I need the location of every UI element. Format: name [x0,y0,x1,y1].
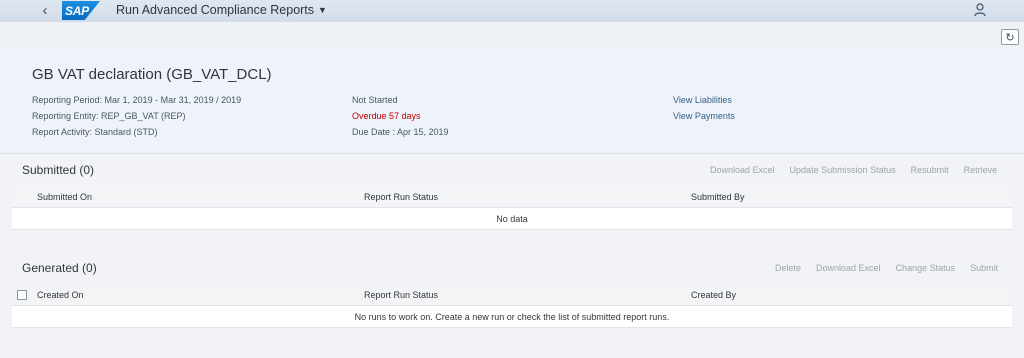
column-header[interactable]: Created On [37,290,84,300]
resubmit-button[interactable]: Resubmit [911,165,949,175]
caret-down-icon: ▼ [318,5,327,15]
header-links: View Liabilities View Payments [673,92,735,124]
view-payments-link[interactable]: View Payments [673,108,735,124]
submit-button[interactable]: Submit [970,263,998,273]
generated-empty-row: No runs to work on. Create a new run or … [12,306,1012,328]
change-status-button[interactable]: Change Status [896,263,956,273]
generated-table-header: Created On Report Run Status Created By [12,284,1012,306]
report-activity: Report Activity: Standard (STD) [32,127,158,137]
submitted-actions: Download Excel Update Submission Status … [710,165,997,175]
due-date: Due Date : Apr 15, 2019 [352,127,449,137]
page-title: GB VAT declaration (GB_VAT_DCL) [32,66,272,83]
empty-text: No runs to work on. Create a new run or … [354,312,670,322]
download-excel-button[interactable]: Download Excel [710,165,775,175]
column-header[interactable]: Report Run Status [364,192,438,202]
column-header[interactable]: Created By [691,290,736,300]
header-attributes: Reporting Period: Mar 1, 2019 - Mar 31, … [32,92,241,140]
status-text: Not Started [352,95,398,105]
person-icon[interactable] [972,2,988,18]
column-header[interactable]: Submitted By [691,192,745,202]
retrieve-button[interactable]: Retrieve [964,165,998,175]
select-all-checkbox[interactable] [17,290,27,300]
sap-logo: SAP [62,1,100,20]
app-title-menu[interactable]: Run Advanced Compliance Reports ▼ [116,3,327,17]
generated-actions: Delete Download Excel Change Status Subm… [775,263,998,273]
update-submission-status-button[interactable]: Update Submission Status [790,165,896,175]
download-excel-button[interactable]: Download Excel [816,263,881,273]
app-title: Run Advanced Compliance Reports [116,3,315,17]
column-header[interactable]: Submitted On [37,192,92,202]
submitted-title: Submitted (0) [22,163,95,177]
toolbar-strip [0,22,1024,48]
delete-button[interactable]: Delete [775,263,801,273]
refresh-button[interactable]: ↻ [1001,29,1019,45]
refresh-icon: ↻ [1005,31,1015,44]
reporting-entity: Reporting Entity: REP_GB_VAT (REP) [32,111,186,121]
submitted-table-header: Submitted On Report Run Status Submitted… [12,186,1012,208]
empty-text: No data [496,214,528,224]
overdue-text: Overdue 57 days [352,111,421,121]
shell-bar: ‹ SAP Run Advanced Compliance Reports ▼ [0,0,1024,22]
back-button[interactable]: ‹ [36,1,54,19]
reporting-period: Reporting Period: Mar 1, 2019 - Mar 31, … [32,95,242,105]
column-header[interactable]: Report Run Status [364,290,438,300]
chevron-left-icon: ‹ [42,1,48,19]
generated-title: Generated (0) [22,261,97,275]
submitted-empty-row: No data [12,208,1012,230]
header-status: Not Started Overdue 57 days Due Date : A… [352,92,449,140]
view-liabilities-link[interactable]: View Liabilities [673,92,735,108]
